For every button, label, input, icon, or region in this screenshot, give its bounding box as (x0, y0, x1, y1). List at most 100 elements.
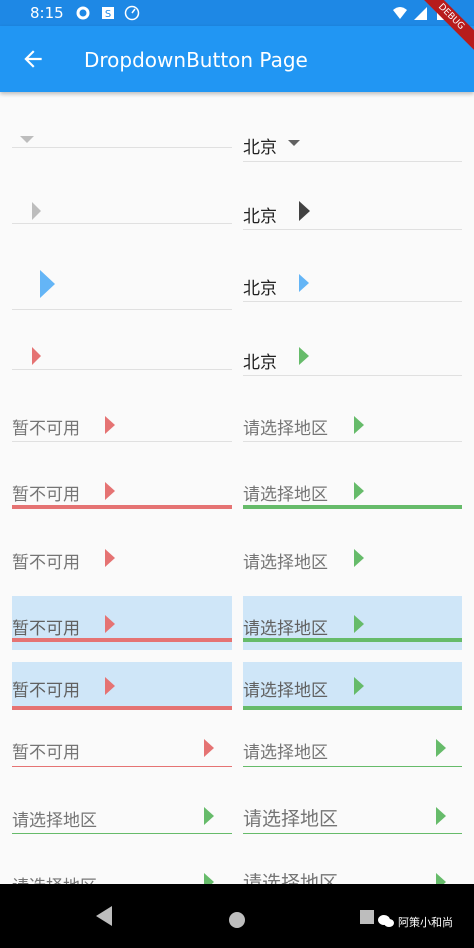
dropdown-right-7[interactable]: 请选择地区 (243, 546, 462, 576)
arrow-right-icon (105, 677, 115, 695)
dropdown-left-10[interactable]: 暂不可用 (12, 736, 232, 767)
watermark-text: 阿策小和尚 (398, 916, 453, 929)
underline (243, 505, 462, 509)
dropdown-hint: 暂不可用 (12, 681, 80, 701)
underline (243, 766, 462, 767)
arrow-right-icon (354, 416, 364, 434)
page-title: DropdownButton Page (84, 48, 308, 72)
underline (12, 638, 232, 642)
underline (12, 223, 232, 224)
dropdown-right-11[interactable]: 请选择地区 (243, 804, 462, 834)
dropdown-right-10[interactable]: 请选择地区 (243, 736, 462, 767)
nav-back-icon[interactable] (96, 906, 114, 926)
dropdown-left-5[interactable]: 暂不可用 (12, 412, 232, 442)
dropdown-hint: 暂不可用 (12, 619, 80, 639)
arrow-right-icon (105, 482, 115, 500)
dropdown-hint: 暂不可用 (12, 743, 80, 763)
caret-down-icon (288, 140, 300, 146)
underline (243, 441, 462, 442)
dropdown-left-12[interactable]: 请选择地区 (12, 870, 232, 884)
dropdown-hint: 请选择地区 (243, 808, 339, 830)
arrow-right-icon (105, 416, 115, 434)
dropdown-hint: 请选择地区 (243, 419, 328, 439)
arrow-right-icon (299, 274, 309, 292)
arrow-right-icon (204, 807, 214, 825)
dropdown-right-9[interactable]: 请选择地区 (243, 662, 462, 710)
dropdown-hint: 请选择地区 (243, 872, 339, 884)
underline (12, 766, 232, 767)
dropdown-right-8[interactable]: 请选择地区 (243, 596, 462, 650)
dropdown-hint: 暂不可用 (12, 419, 80, 439)
status-bar: 8:15 S (0, 0, 474, 26)
underline (243, 638, 462, 642)
dropdown-value: 北京 (243, 279, 277, 299)
dropdown-hint: 请选择地区 (243, 681, 328, 701)
underline (12, 441, 232, 442)
underline (12, 369, 232, 370)
dropdown-right-5[interactable]: 请选择地区 (243, 412, 462, 442)
arrow-right-icon (436, 739, 446, 757)
dropdown-left-8[interactable]: 暂不可用 (12, 596, 232, 650)
underline (243, 375, 462, 376)
nav-recents-icon[interactable] (360, 910, 374, 924)
dropdown-list: 北京 北京 北京 北京 暂不可用 请选择地区 暂不可用 请选择地区 暂不可用 请… (0, 92, 474, 884)
dropdown-hint: 请选择地区 (243, 619, 328, 639)
dropdown-hint: 请选择地区 (243, 743, 328, 763)
underline (243, 706, 462, 710)
arrow-right-icon (354, 677, 364, 695)
arrow-right-icon (32, 347, 41, 365)
dropdown-hint: 暂不可用 (12, 485, 80, 505)
arrow-right-icon (354, 549, 364, 567)
arrow-right-icon (105, 615, 115, 633)
dropdown-hint: 暂不可用 (12, 553, 80, 573)
arrow-back-icon[interactable] (20, 46, 46, 72)
dropdown-left-9[interactable]: 暂不可用 (12, 662, 232, 710)
dropdown-right-3[interactable]: 北京 (243, 270, 462, 302)
arrow-right-icon (105, 549, 115, 567)
underline (12, 833, 232, 834)
gear-icon (76, 6, 90, 20)
dropdown-right-12[interactable]: 请选择地区 (243, 868, 462, 884)
dropdown-left-4[interactable] (12, 344, 232, 370)
caret-down-icon (20, 136, 34, 143)
arrow-right-icon (40, 270, 55, 298)
dropdown-value: 北京 (243, 353, 277, 373)
arrow-right-icon (204, 873, 214, 884)
arrow-right-icon (32, 202, 41, 220)
underline (243, 229, 462, 230)
app-bar: DropdownButton Page (0, 26, 474, 92)
dropdown-left-3[interactable] (12, 268, 232, 310)
dropdown-value: 北京 (243, 207, 277, 227)
dropdown-value: 北京 (243, 138, 277, 158)
dropdown-left-6[interactable]: 暂不可用 (12, 478, 232, 509)
speed-icon (124, 5, 140, 21)
arrow-right-icon (299, 347, 309, 365)
arrow-right-icon (436, 873, 446, 884)
underline (12, 147, 232, 148)
dropdown-right-1[interactable]: 北京 (243, 130, 462, 162)
dropdown-right-2[interactable]: 北京 (243, 198, 462, 230)
sim-icon: S (102, 7, 114, 20)
nav-home-icon[interactable] (229, 912, 245, 928)
underline (12, 706, 232, 710)
wifi-icon (393, 7, 407, 19)
dropdown-hint: 请选择地区 (12, 872, 97, 884)
dropdown-right-6[interactable]: 请选择地区 (243, 478, 462, 509)
underline (12, 309, 232, 310)
dropdown-right-4[interactable]: 北京 (243, 344, 462, 376)
dropdown-hint: 请选择地区 (243, 553, 328, 573)
arrow-right-icon (436, 807, 446, 825)
underline (12, 505, 232, 509)
arrow-right-icon (204, 739, 214, 757)
dropdown-left-1[interactable] (12, 132, 232, 148)
dropdown-left-2[interactable] (12, 198, 232, 224)
underline (243, 301, 462, 302)
svg-text:S: S (105, 9, 111, 20)
dropdown-left-11[interactable]: 请选择地区 (12, 804, 232, 834)
arrow-right-icon (299, 201, 310, 221)
dropdown-left-7[interactable]: 暂不可用 (12, 546, 232, 576)
underline (243, 161, 462, 162)
wechat-icon (378, 915, 394, 927)
arrow-right-icon (354, 615, 364, 633)
dropdown-hint: 请选择地区 (243, 485, 328, 505)
